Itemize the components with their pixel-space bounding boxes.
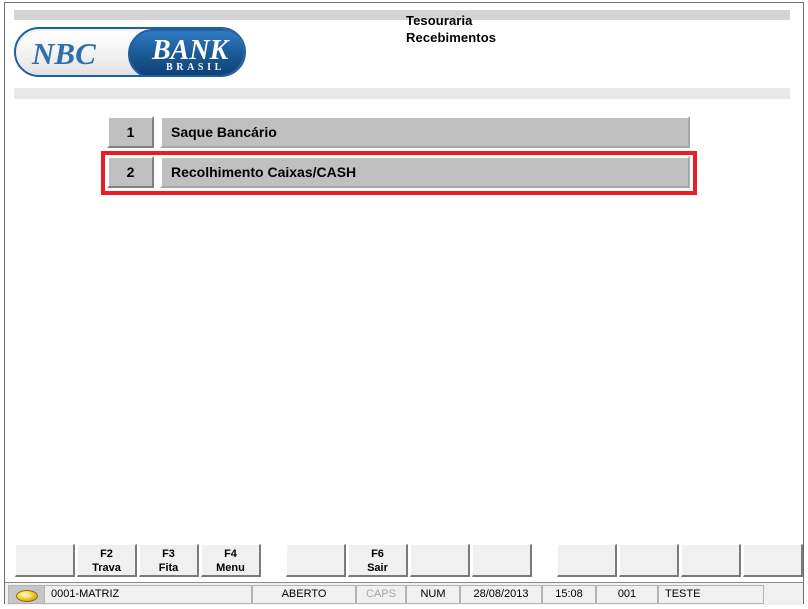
function-key-f12[interactable] <box>743 544 803 577</box>
status-branch: 0001-MATRIZ <box>44 585 252 604</box>
page-title-line2: Recebimentos <box>406 30 497 45</box>
nbc-bank-logo: NBC BANK BRASIL <box>14 27 246 77</box>
menu-item-1-label: Saque Bancário <box>160 116 690 148</box>
function-key-f4[interactable]: F4 Menu <box>201 544 261 577</box>
status-caps: CAPS <box>356 585 406 604</box>
menu-item-2-number: 2 <box>107 156 154 188</box>
function-key-f8[interactable] <box>472 544 532 577</box>
function-key-f6-key: F6 <box>371 548 384 560</box>
status-time: 15:08 <box>542 585 596 604</box>
status-user: TESTE <box>658 585 764 604</box>
page-title-line1: Tesouraria <box>406 13 473 28</box>
function-key-f9[interactable] <box>557 544 617 577</box>
function-key-f4-label: Menu <box>216 562 245 574</box>
function-key-f4-key: F4 <box>224 548 237 560</box>
function-key-f1[interactable] <box>15 544 75 577</box>
function-key-f2-key: F2 <box>100 548 113 560</box>
header-separator-band <box>14 88 790 99</box>
status-num: NUM <box>406 585 460 604</box>
function-key-f5[interactable] <box>286 544 346 577</box>
function-key-f11[interactable] <box>681 544 741 577</box>
logo-outline: NBC BANK BRASIL <box>14 27 246 77</box>
coin-icon <box>16 590 38 602</box>
function-key-f2[interactable]: F2 Trava <box>77 544 137 577</box>
menu-item-2[interactable]: 2 Recolhimento Caixas/CASH <box>107 156 690 188</box>
status-terminal: 001 <box>596 585 658 604</box>
function-key-f10[interactable] <box>619 544 679 577</box>
function-key-f6[interactable]: F6 Sair <box>348 544 408 577</box>
menu-list: 1 Saque Bancário 2 Recolhimento Caixas/C… <box>0 110 808 210</box>
status-date: 28/08/2013 <box>460 585 542 604</box>
status-state: ABERTO <box>252 585 356 604</box>
function-key-f3-label: Fita <box>158 562 179 574</box>
function-key-f2-label: Trava <box>92 562 121 574</box>
status-coin-cell <box>8 585 44 604</box>
status-bar: 0001-MATRIZ ABERTO CAPS NUM 28/08/2013 1… <box>5 582 803 605</box>
logo-primary-text: NBC <box>32 36 96 71</box>
function-key-f3-key: F3 <box>162 548 175 560</box>
menu-item-2-label: Recolhimento Caixas/CASH <box>160 156 690 188</box>
menu-item-1-number: 1 <box>107 116 154 148</box>
page-title: Tesouraria Recebimentos <box>406 12 736 46</box>
menu-item-1[interactable]: 1 Saque Bancário <box>107 116 690 148</box>
function-key-f3[interactable]: F3 Fita <box>139 544 199 577</box>
function-key-f6-label: Sair <box>367 562 388 574</box>
application-window: NBC BANK BRASIL Tesouraria Recebimentos … <box>0 0 808 609</box>
logo-tagline: BRASIL <box>166 62 225 73</box>
function-key-f7[interactable] <box>410 544 470 577</box>
function-key-bar: F2 Trava F3 Fita F4 Menu F6 Sair <box>5 540 803 580</box>
